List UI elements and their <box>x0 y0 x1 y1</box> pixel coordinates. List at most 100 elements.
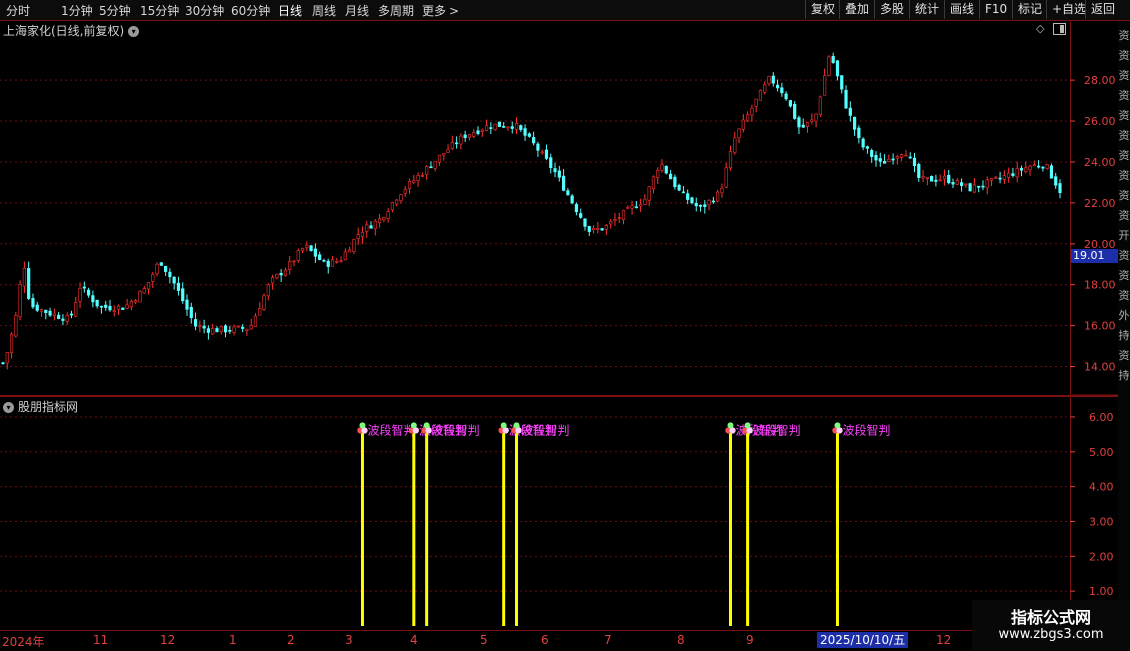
strip-char: 资 <box>1118 29 1130 42</box>
price-tick-label: 18.00 <box>1084 279 1116 292</box>
candle-body <box>493 123 497 131</box>
date-label: 6 <box>541 633 549 647</box>
candle-body <box>600 228 604 231</box>
candle-body <box>797 117 801 128</box>
candle-body <box>998 177 1002 180</box>
candle-body <box>801 124 805 128</box>
mark-button[interactable]: 标记 <box>1012 0 1047 19</box>
candle-body <box>5 352 9 364</box>
signal-label: 波段智判 <box>842 422 890 437</box>
diamond-icon[interactable]: ◇ <box>1036 22 1044 35</box>
candle-body <box>557 170 561 178</box>
signal-bar <box>835 427 839 626</box>
candle-body <box>651 176 656 190</box>
period-60min[interactable]: 60分钟 <box>231 2 270 19</box>
date-label: 2 <box>287 633 295 647</box>
candle-body <box>1032 164 1036 167</box>
candle-body <box>309 245 313 251</box>
candle-body <box>549 157 553 168</box>
candle-body <box>399 194 403 202</box>
period-1min[interactable]: 1分钟 <box>61 2 93 19</box>
overlay-button[interactable]: 叠加 <box>839 0 874 19</box>
candle-body <box>104 304 108 308</box>
candle-body <box>835 60 840 77</box>
candle-body <box>583 218 587 227</box>
draw-button[interactable]: 画线 <box>944 0 979 19</box>
adjust-button[interactable]: 复权 <box>805 0 840 19</box>
candle-body <box>108 306 112 311</box>
candle-body <box>917 164 921 178</box>
candle-body <box>874 155 878 161</box>
pane-divider[interactable] <box>0 395 1118 397</box>
period-monthly[interactable]: 月线 <box>345 2 369 19</box>
candle-body <box>164 265 168 272</box>
stock-title: 上海家化(日线,前复权) <box>3 24 125 38</box>
back-button[interactable]: 返回 <box>1085 0 1120 19</box>
chevron-down-icon[interactable]: ▾ <box>3 402 14 413</box>
candle-body <box>686 193 690 200</box>
candle-body <box>514 123 519 130</box>
price-tick-label: 22.00 <box>1084 197 1116 210</box>
candle-body <box>292 260 296 263</box>
candle-body <box>831 56 835 63</box>
candle-body <box>322 260 326 262</box>
f10-button[interactable]: F10 <box>979 0 1012 19</box>
candle-body <box>14 315 18 337</box>
signal-label: 波段智判 <box>753 422 801 437</box>
period-daily[interactable]: 日线 <box>278 2 302 19</box>
indicator-pane[interactable]: 波段智判 波段智判 波段智判 波段智判 波段智判 波段智判 波段智判 波段智判 ▾ 股朋指标网 <box>0 397 1070 629</box>
date-label: 2024年 <box>2 635 45 649</box>
candle-body <box>266 284 270 297</box>
candle-body <box>891 158 895 161</box>
period-5min[interactable]: 5分钟 <box>99 2 131 19</box>
candle-body <box>253 315 258 327</box>
candle-body <box>613 219 617 222</box>
candle-body <box>91 295 95 303</box>
candle-body <box>570 195 574 204</box>
candle-body <box>407 180 412 189</box>
stock-title-area: 上海家化(日线,前复权) ▾ <box>3 22 140 39</box>
signal-label: 波段智判 <box>367 422 415 437</box>
candle-body <box>429 166 433 169</box>
candle-body <box>574 204 579 213</box>
candle-body <box>356 234 360 239</box>
candle-body <box>887 158 891 162</box>
candle-body <box>382 217 386 221</box>
candle-body <box>510 126 514 129</box>
candle-body <box>459 135 463 145</box>
multi-stock-button[interactable]: 多股 <box>874 0 909 19</box>
candle-body <box>930 175 934 182</box>
candle-body <box>643 198 647 205</box>
candle-body <box>626 206 630 209</box>
window-toggle-icon[interactable] <box>1053 23 1066 35</box>
candle-body <box>878 158 882 162</box>
period-weekly[interactable]: 周线 <box>312 2 336 19</box>
candle-body <box>938 179 942 182</box>
stats-button[interactable]: 统计 <box>909 0 944 19</box>
candle-body <box>733 137 737 154</box>
candle-body <box>343 251 347 261</box>
candle-body <box>155 263 159 275</box>
candle-body <box>532 137 536 144</box>
date-label: 4 <box>410 633 418 647</box>
strip-char: 持 <box>1118 369 1130 382</box>
candle-body <box>146 281 151 290</box>
candle-body <box>519 125 523 130</box>
candle-body <box>1054 176 1058 186</box>
candle-body <box>754 98 758 107</box>
chevron-down-icon[interactable]: ▾ <box>128 26 140 37</box>
candle-body <box>681 191 686 194</box>
period-15min[interactable]: 15分钟 <box>140 2 179 19</box>
strip-char: 资 <box>1118 149 1130 162</box>
period-30min[interactable]: 30分钟 <box>185 2 224 19</box>
period-more[interactable]: 更多 > <box>422 2 459 19</box>
period-multi[interactable]: 多周期 <box>378 2 414 19</box>
price-pane[interactable]: 上海家化(日线,前复权) ▾ ◇ <box>0 21 1070 395</box>
period-intraday[interactable]: 分时 <box>6 2 30 19</box>
candle-body <box>767 76 771 84</box>
candle-body <box>553 168 557 173</box>
candle-body <box>955 180 959 185</box>
candle-body <box>1041 166 1045 169</box>
candle-body <box>882 161 887 164</box>
candle-body <box>189 307 193 319</box>
